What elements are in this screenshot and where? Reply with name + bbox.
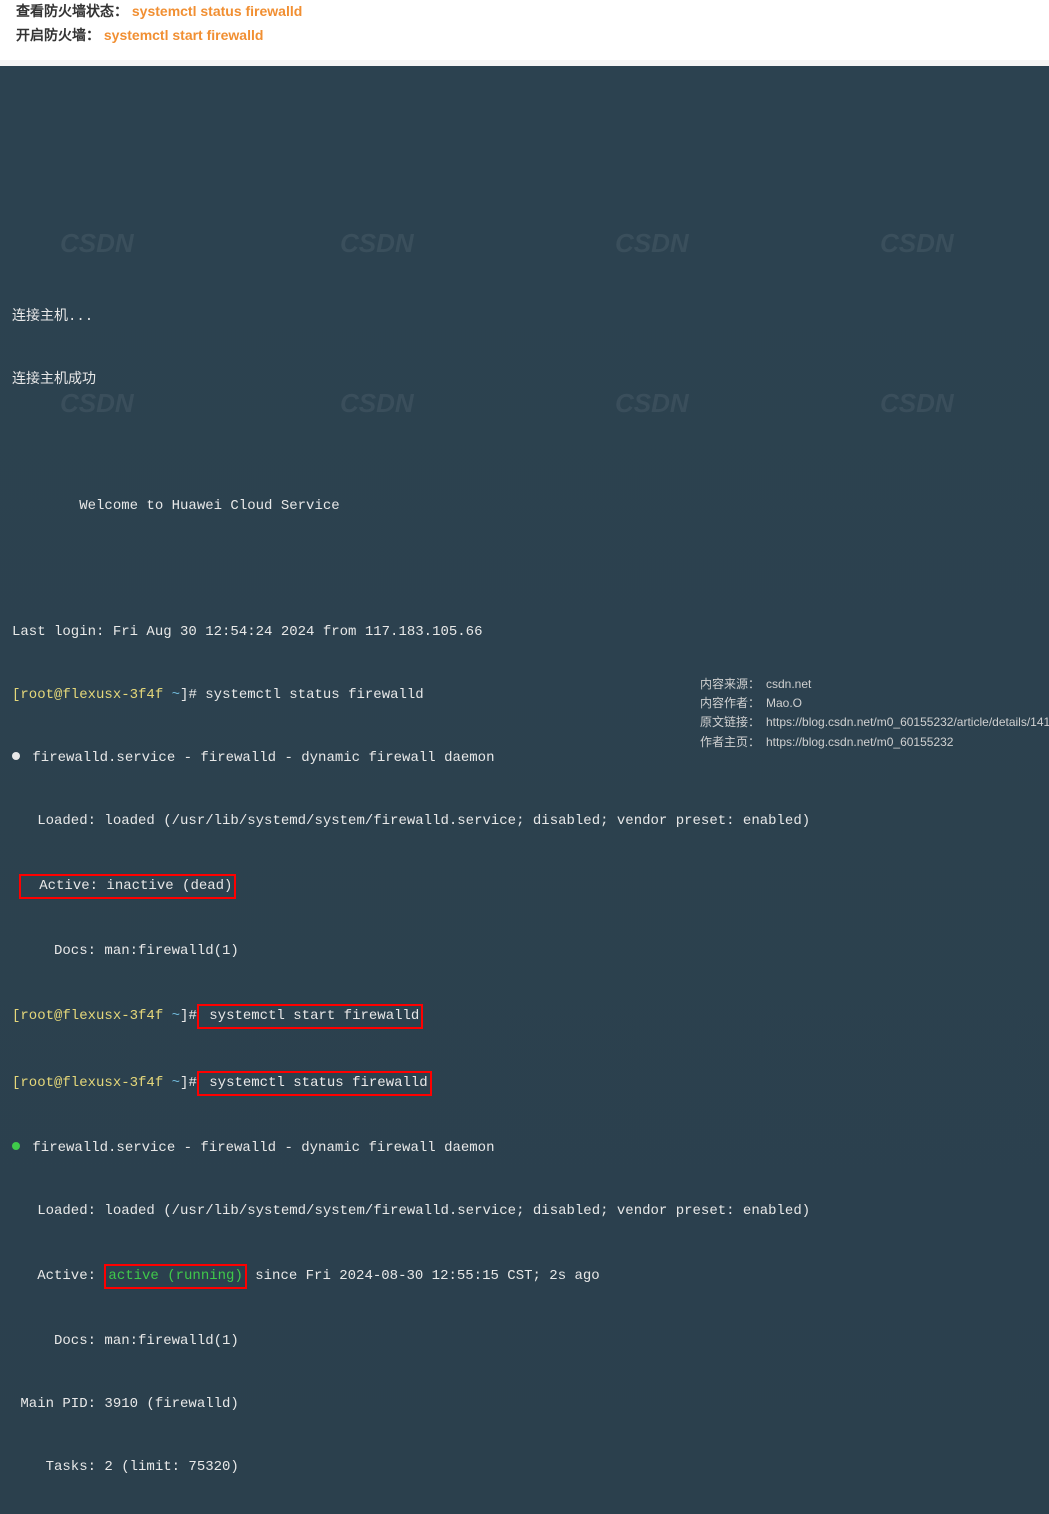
typed-cmd: systemctl status firewalld xyxy=(197,687,424,703)
prompt-tail: ]# xyxy=(180,1008,197,1024)
term-line-loaded-2: Loaded: loaded (/usr/lib/systemd/system/… xyxy=(12,1201,1037,1222)
svc-header-text: firewalld.service - firewalld - dynamic … xyxy=(24,1140,494,1156)
term-line-loaded: Loaded: loaded (/usr/lib/systemd/system/… xyxy=(12,811,1037,832)
terminal-screenshot: CSDN CSDN CSDN CSDN CSDN CSDN CSDN CSDN … xyxy=(0,66,1049,1514)
meta-v-homepage: https://blog.csdn.net/m0_60155232 xyxy=(766,733,953,752)
label-check-status: 查看防火墙状态： xyxy=(16,3,128,19)
term-line-mainpid: Main PID: 3910 (firewalld) xyxy=(12,1394,1037,1415)
highlight-cmd-start: systemctl start firewalld xyxy=(197,1004,423,1029)
meta-k-source: 内容来源： xyxy=(700,675,766,694)
meta-k-origlink: 原文链接： xyxy=(700,713,766,732)
prompt-tail: ]# xyxy=(180,1075,197,1091)
terminal-watermark: CSDN xyxy=(340,224,414,263)
term-line-blank xyxy=(12,559,1037,580)
prompt-host: [root@flexusx-3f4f xyxy=(12,1075,163,1091)
meta-v-origlink: https://blog.csdn.net/m0_60155232/articl… xyxy=(766,713,1049,732)
term-line-welcome: Welcome to Huawei Cloud Service xyxy=(12,496,1037,517)
term-line-prompt-status2: [root@flexusx-3f4f ~]# systemctl status … xyxy=(12,1071,1037,1096)
cmd-status-firewalld: systemctl status firewalld xyxy=(132,3,302,19)
prompt-path: ~ xyxy=(163,1008,180,1024)
highlight-active-dead: Active: inactive (dead) xyxy=(19,874,236,899)
term-line-svc-header-2: firewalld.service - firewalld - dynamic … xyxy=(12,1138,1037,1159)
highlight-active-running: active (running) xyxy=(104,1264,246,1289)
status-dot-inactive-icon xyxy=(12,752,20,760)
active-running-text: active (running) xyxy=(108,1268,242,1284)
term-line-blank xyxy=(12,433,1037,454)
cmd-start-firewalld: systemctl start firewalld xyxy=(104,27,264,43)
footer-metadata: 内容来源：csdn.net 内容作者：Mao.O 原文链接：https://bl… xyxy=(700,675,1049,752)
highlight-cmd-status: systemctl status firewalld xyxy=(197,1071,432,1096)
meta-v-source: csdn.net xyxy=(766,675,811,694)
prompt-path: ~ xyxy=(163,687,180,703)
prompt-host: [root@flexusx-3f4f xyxy=(12,1008,163,1024)
term-line-tasks: Tasks: 2 (limit: 75320) xyxy=(12,1457,1037,1478)
svc-header-text: firewalld.service - firewalld - dynamic … xyxy=(24,750,494,766)
term-line-connecting: 连接主机... xyxy=(12,307,1037,328)
instruction-block-1: 查看防火墙状态： systemctl status firewalld 开启防火… xyxy=(0,0,1049,60)
meta-k-author: 内容作者： xyxy=(700,694,766,713)
terminal-watermark: CSDN xyxy=(60,224,134,263)
term-line-active-running: Active: active (running) since Fri 2024-… xyxy=(12,1264,1037,1289)
meta-v-author: Mao.O xyxy=(766,694,802,713)
active-since: since Fri 2024-08-30 12:55:15 CST; 2s ag… xyxy=(247,1268,600,1284)
label-start-firewall: 开启防火墙： xyxy=(16,27,100,43)
prompt-tail: ]# xyxy=(180,687,197,703)
term-line-active-dead: Active: inactive (dead) xyxy=(12,874,1037,899)
prompt-host: [root@flexusx-3f4f xyxy=(12,687,163,703)
meta-k-homepage: 作者主页： xyxy=(700,733,766,752)
term-line-prompt-start: [root@flexusx-3f4f ~]# systemctl start f… xyxy=(12,1004,1037,1029)
status-dot-active-icon xyxy=(12,1142,20,1150)
term-line-lastlogin: Last login: Fri Aug 30 12:54:24 2024 fro… xyxy=(12,622,1037,643)
active-lead: Active: xyxy=(12,1268,104,1284)
prompt-path: ~ xyxy=(163,1075,180,1091)
term-line-docs: Docs: man:firewalld(1) xyxy=(12,941,1037,962)
terminal-watermark: CSDN xyxy=(880,224,954,263)
term-line-docs-2: Docs: man:firewalld(1) xyxy=(12,1331,1037,1352)
terminal-watermark: CSDN xyxy=(615,224,689,263)
term-line-connected: 连接主机成功 xyxy=(12,370,1037,391)
